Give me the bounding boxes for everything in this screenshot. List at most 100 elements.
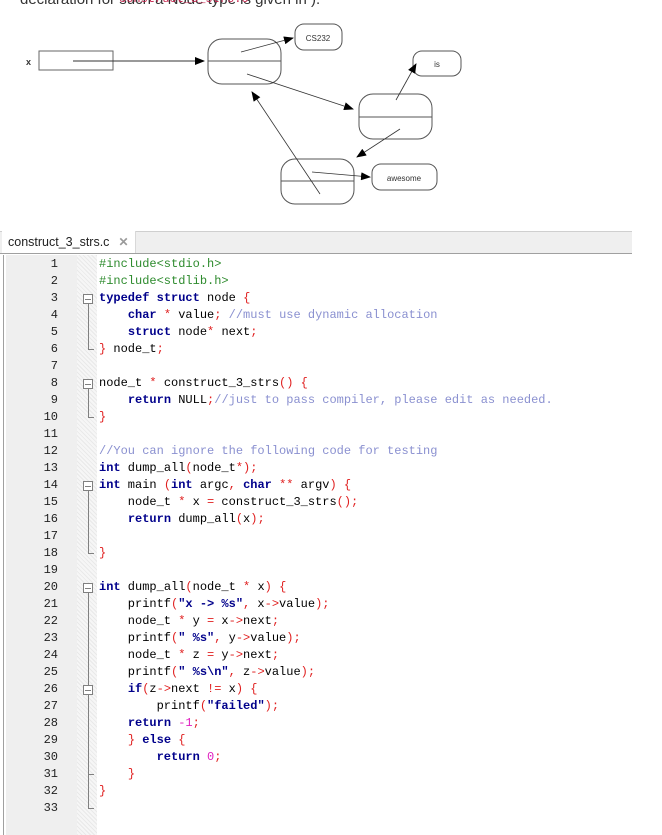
line-number: 10 (43, 410, 58, 424)
fold-toggle-icon[interactable] (83, 294, 93, 304)
code-line[interactable]: 5 struct node* next; (0, 324, 662, 341)
code-line[interactable]: 15 node_t * x = construct_3_strs(); (0, 494, 662, 511)
line-code: return 0; (156, 750, 222, 764)
code-line[interactable]: 12 //You can ignore the following code fo… (0, 443, 662, 460)
code-line[interactable]: 19 (0, 562, 662, 579)
node-1 (207, 38, 282, 85)
line-code: int dump_all(node_t*); (99, 461, 258, 475)
code-line[interactable]: 24 node_t * z = y->next; (0, 647, 662, 664)
code-line[interactable]: 30 return 0; (0, 749, 662, 766)
fold-end-marker (88, 774, 94, 775)
code-line[interactable]: 18} (0, 545, 662, 562)
line-number: 14 (43, 478, 58, 492)
code-line[interactable]: 17 (0, 528, 662, 545)
pointer-label-x: x (26, 57, 31, 67)
code-line[interactable]: 27 printf("failed"); (0, 698, 662, 715)
line-code: printf("failed"); (99, 699, 280, 713)
line-code: node_t * z = y->next; (99, 648, 280, 662)
line-code: } (99, 410, 107, 424)
line-code: int dump_all(node_t * x) { (99, 580, 287, 594)
code-line[interactable]: 4 char * value; //must use dynamic alloc… (0, 307, 662, 324)
close-tab-icon[interactable]: ✕ (118, 235, 128, 249)
arrow-node1-next (246, 73, 354, 110)
line-number: 6 (50, 342, 58, 356)
code-line[interactable]: 25 printf(" %s\n", z->value); (0, 664, 662, 681)
editor-body[interactable]: 1 #include<stdio.h> 2 #include<stdlib.h> 3 ty… (0, 255, 662, 835)
line-code: node_t * construct_3_strs() { (99, 376, 308, 390)
value-cs232: CS232 (306, 34, 331, 43)
linked-list-diagram: x CS232 is awesome (26, 23, 462, 205)
line-code: return dump_all(x); (127, 512, 265, 526)
line-number: 13 (43, 461, 58, 475)
line-code: char * value; //must use dynamic allocat… (127, 308, 438, 322)
code-line[interactable]: 3 typedef struct node { (0, 290, 662, 307)
code-line[interactable]: 33 (0, 800, 662, 817)
code-line[interactable]: 28 return -1; (0, 715, 662, 732)
code-line[interactable]: 22 node_t * y = x->next; (0, 613, 662, 630)
code-line[interactable]: 21 printf("x -> %s", x->value); (0, 596, 662, 613)
line-code: } node_t; (99, 342, 164, 356)
fold-toggle-icon[interactable] (83, 685, 93, 695)
code-line[interactable]: 16 return dump_all(x); (0, 511, 662, 528)
code-line[interactable]: 8 node_t * construct_3_strs() { (0, 375, 662, 392)
line-number: 2 (50, 274, 58, 288)
code-line[interactable]: 7 (0, 358, 662, 375)
fold-end-marker (88, 808, 94, 809)
line-number: 11 (43, 427, 58, 441)
line-code: return NULL;//just to pass compiler, ple… (127, 393, 553, 407)
line-number: 31 (43, 767, 58, 781)
line-number: 29 (43, 733, 58, 747)
line-code: int main (int argc, char ** argv) { (99, 478, 352, 492)
fold-line (88, 389, 89, 417)
line-code: } (127, 767, 136, 781)
code-line[interactable]: 11 (0, 426, 662, 443)
code-line[interactable]: 26 if(z->next != x) { (0, 681, 662, 698)
line-number: 27 (43, 699, 58, 713)
code-line[interactable]: 2 #include<stdlib.h> (0, 273, 662, 290)
line-number: 3 (50, 291, 58, 305)
fold-line (88, 695, 89, 774)
code-line[interactable]: 6 } node_t; (0, 341, 662, 358)
code-line[interactable]: 10} (0, 409, 662, 426)
line-number: 23 (43, 631, 58, 645)
code-line[interactable]: 32} (0, 783, 662, 800)
line-code: printf("x -> %s", x->value); (99, 597, 330, 611)
line-number: 21 (43, 597, 58, 611)
value-is: is (434, 60, 440, 69)
tab-construct-3-strs[interactable]: construct_3_strs.c ✕ (2, 231, 136, 253)
line-number: 9 (50, 393, 58, 407)
line-number: 33 (43, 801, 58, 815)
line-number: 16 (43, 512, 58, 526)
line-number: 15 (43, 495, 58, 509)
line-number: 4 (50, 308, 58, 322)
line-number: 24 (43, 648, 58, 662)
line-number: 17 (43, 529, 58, 543)
line-number: 32 (43, 784, 58, 798)
fold-toggle-icon[interactable] (83, 583, 93, 593)
line-number: 30 (43, 750, 58, 764)
line-number: 8 (50, 376, 58, 390)
code-line[interactable]: 31 } (0, 766, 662, 783)
line-code: #include<stdlib.h> (99, 274, 229, 288)
line-number: 1 (50, 257, 58, 271)
code-line[interactable]: 9 return NULL;//just to pass compiler, p… (0, 392, 662, 409)
code-line[interactable]: 20 int dump_all(node_t * x) { (0, 579, 662, 596)
line-number: 22 (43, 614, 58, 628)
code-line[interactable]: 1 #include<stdio.h> (0, 256, 662, 273)
line-code: } else { (127, 733, 186, 747)
value-box-is: is (412, 50, 462, 77)
line-number: 19 (43, 563, 58, 577)
line-code: #include<stdio.h> (99, 257, 222, 271)
fold-toggle-icon[interactable] (83, 481, 93, 491)
tab-filename: construct_3_strs.c (8, 235, 110, 249)
line-code: if(z->next != x) { (127, 682, 258, 696)
fold-toggle-icon[interactable] (83, 379, 93, 389)
fold-line (88, 304, 89, 349)
code-line[interactable]: 13 int dump_all(node_t*); (0, 460, 662, 477)
line-number: 28 (43, 716, 58, 730)
value-box-awesome: awesome (371, 163, 438, 191)
code-line[interactable]: 29 } else { (0, 732, 662, 749)
node-3 (280, 158, 355, 205)
code-line[interactable]: 23 printf(" %s", y->value); (0, 630, 662, 647)
code-line[interactable]: 14 int main (int argc, char ** argv) { (0, 477, 662, 494)
